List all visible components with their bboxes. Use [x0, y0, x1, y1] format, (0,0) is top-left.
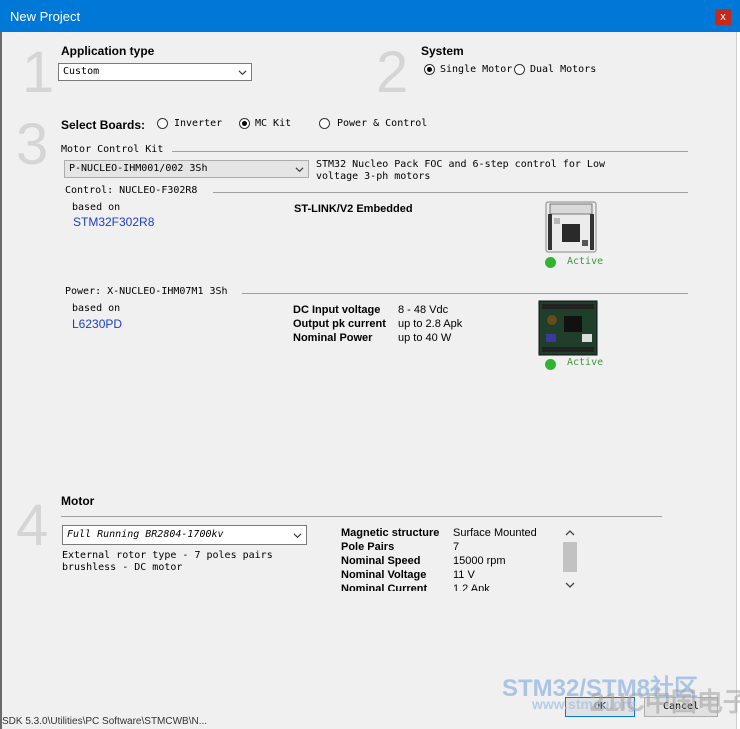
- step-number-3: 3: [16, 112, 49, 177]
- scroll-up-icon[interactable]: [565, 529, 575, 537]
- motor-spec-value: 7: [453, 541, 460, 553]
- power-control-radio[interactable]: [319, 118, 330, 129]
- power-control-label: Power & Control: [337, 118, 428, 129]
- system-heading: System: [421, 44, 464, 58]
- motor-select[interactable]: Full Running BR2804-1700kv: [62, 525, 307, 545]
- application-type-heading: Application type: [61, 44, 155, 58]
- mc-kit-radio[interactable]: [239, 118, 250, 129]
- motor-control-kit-heading: Motor Control Kit: [61, 144, 164, 155]
- scroll-down-icon[interactable]: [565, 581, 575, 589]
- control-feature: ST-LINK/V2 Embedded: [294, 203, 413, 215]
- power-spec-value: 8 - 48 Vdc: [398, 304, 449, 316]
- power-spec-value: up to 40 W: [398, 332, 452, 344]
- scrollbar-thumb[interactable]: [563, 542, 577, 572]
- power-spec-label: Output pk current: [293, 318, 386, 330]
- motor-spec-label: Nominal Current: [341, 583, 428, 591]
- title-bar: New Project x: [0, 0, 740, 32]
- close-icon: x: [720, 11, 726, 23]
- application-type-select[interactable]: Custom: [58, 63, 252, 81]
- motor-heading: Motor: [61, 494, 95, 508]
- power-spec-value: up to 2.8 Apk: [398, 318, 463, 330]
- control-active-label: Active: [567, 256, 604, 267]
- motor-spec-value: Surface Mounted: [453, 527, 537, 539]
- window-title: New Project: [10, 9, 81, 24]
- window-frame-right: [736, 32, 740, 729]
- close-button[interactable]: x: [715, 9, 731, 25]
- motor-spec-value: 11 V: [453, 569, 475, 581]
- motor-spec-label: Nominal Speed: [341, 555, 421, 567]
- divider: [61, 516, 662, 517]
- power-based-on-label: based on: [72, 303, 121, 314]
- motor-spec-label: Magnetic structure: [341, 527, 440, 539]
- control-board-heading: Control: NUCLEO-F302R8: [65, 185, 198, 196]
- divider: [172, 151, 688, 152]
- single-motor-radio[interactable]: [424, 64, 435, 75]
- motor-spec-value: 15000 rpm: [453, 555, 506, 567]
- background-path-text: SDK 5.3.0\Utilities\PC Software\STMCWB\N…: [2, 716, 208, 727]
- step-number-2: 2: [376, 40, 409, 105]
- motor-select-value: Full Running BR2804-1700kv: [67, 529, 224, 540]
- chevron-down-icon: [238, 70, 247, 76]
- motor-spec-label: Pole Pairs: [341, 541, 395, 553]
- power-active-indicator: [545, 359, 556, 370]
- chevron-down-icon: [295, 167, 304, 173]
- motor-control-kit-select[interactable]: P-NUCLEO-IHM001/002 3Sh: [64, 160, 309, 178]
- watermark-logo: 21IC中国电子网: [590, 687, 740, 717]
- power-spec-label: DC Input voltage: [293, 304, 381, 316]
- motor-spec-label: Nominal Voltage: [341, 569, 427, 581]
- application-type-value: Custom: [63, 66, 100, 77]
- mc-kit-label: MC Kit: [255, 118, 292, 129]
- single-motor-label: Single Motor: [440, 64, 513, 75]
- inverter-radio[interactable]: [157, 118, 168, 129]
- kit-description-line2: voltage 3-ph motors: [316, 171, 431, 182]
- motor-spec-value: 1.2 Apk: [453, 583, 490, 591]
- inverter-label: Inverter: [174, 118, 223, 129]
- motor-description-line1: External rotor type - 7 poles pairs: [62, 550, 273, 561]
- power-driver-link[interactable]: L6230PD: [72, 317, 122, 331]
- kit-description-line1: STM32 Nucleo Pack FOC and 6-step control…: [316, 159, 605, 170]
- chevron-down-icon: [293, 533, 302, 539]
- motor-specs-scrollbar[interactable]: [562, 529, 578, 591]
- control-mcu-link[interactable]: STM32F302R8: [73, 215, 154, 229]
- control-based-on-label: based on: [72, 202, 121, 213]
- power-board-image: [538, 300, 598, 356]
- divider: [213, 192, 688, 193]
- dialog-body: 1 Application type Custom 2 System Singl…: [2, 32, 740, 729]
- power-spec-label: Nominal Power: [293, 332, 373, 344]
- dual-motors-label: Dual Motors: [530, 64, 597, 75]
- motor-specs-list: Magnetic structure Surface Mounted Pole …: [338, 527, 560, 591]
- divider: [242, 293, 688, 294]
- step-number-1: 1: [22, 40, 55, 105]
- power-active-label: Active: [567, 357, 604, 368]
- control-active-indicator: [545, 257, 556, 268]
- nucleo-board-image: [545, 201, 597, 253]
- motor-control-kit-value: P-NUCLEO-IHM001/002 3Sh: [69, 163, 208, 174]
- motor-description-line2: brushless - DC motor: [62, 562, 183, 573]
- step-number-4: 4: [16, 493, 49, 558]
- dual-motors-radio[interactable]: [514, 64, 525, 75]
- select-boards-heading: Select Boards:: [61, 118, 146, 132]
- power-board-heading: Power: X-NUCLEO-IHM07M1 3Sh: [65, 286, 228, 297]
